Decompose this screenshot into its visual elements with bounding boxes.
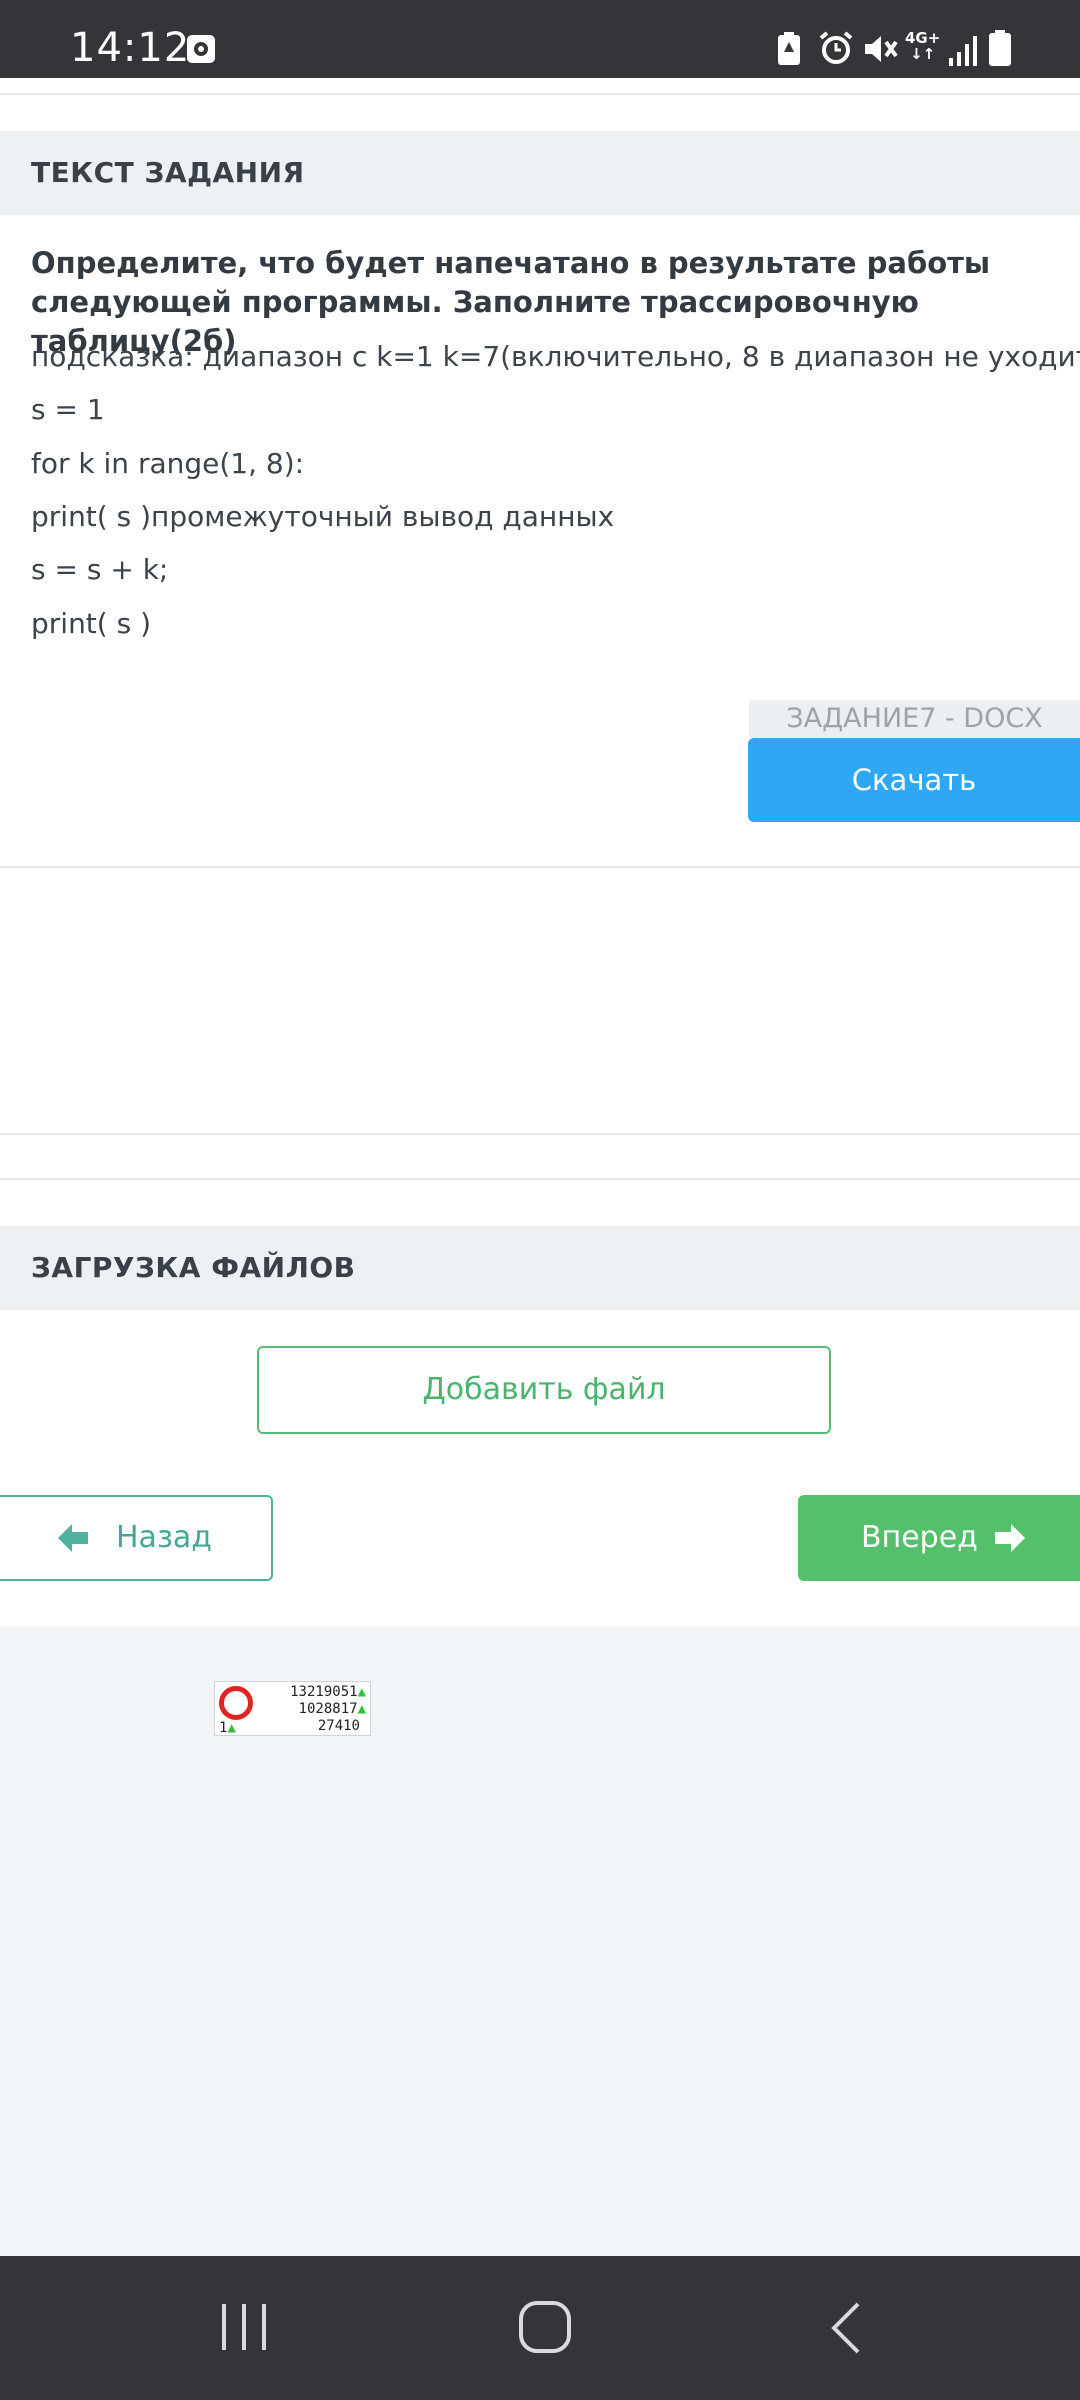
task-hint: подсказка: диапазон с k=1 k=7(включитель… bbox=[31, 340, 1080, 373]
up-arrow-icon: ▲ bbox=[357, 1684, 366, 1700]
back-nav-icon[interactable] bbox=[828, 2300, 864, 2356]
media-icon bbox=[187, 35, 215, 63]
code-line-1: s = 1 bbox=[31, 393, 105, 426]
code-line-5: print( s ) bbox=[31, 607, 152, 640]
network-arrows: ↓↑ bbox=[910, 45, 936, 63]
counter-logo-icon bbox=[219, 1686, 253, 1720]
battery-saver-icon bbox=[778, 32, 800, 65]
task-text-title: ТЕКСТ ЗАДАНИЯ bbox=[31, 156, 305, 189]
divider bbox=[0, 93, 1080, 95]
back-button-label: Назад bbox=[116, 1520, 213, 1555]
next-button[interactable]: Вперед bbox=[798, 1495, 1080, 1581]
counter-value-3: 27410 bbox=[317, 1718, 360, 1734]
download-button[interactable]: Скачать bbox=[748, 738, 1080, 822]
recent-apps-icon[interactable] bbox=[220, 2302, 268, 2352]
up-arrow-icon: ▲ bbox=[357, 1701, 366, 1717]
code-line-3: print( s )промежуточный вывод данных bbox=[31, 500, 615, 533]
divider bbox=[0, 1178, 1080, 1180]
system-navigation-bar bbox=[0, 2256, 1080, 2400]
status-bar: 14:12 4G+ ↓↑ bbox=[0, 0, 1080, 78]
file-upload-header: ЗАГРУЗКА ФАЙЛОВ bbox=[0, 1226, 1080, 1310]
mute-icon bbox=[865, 36, 898, 62]
task-text-header: ТЕКСТ ЗАДАНИЯ bbox=[0, 131, 1080, 215]
home-icon[interactable] bbox=[518, 2300, 572, 2354]
counter-value-2: 1028817 bbox=[298, 1701, 358, 1717]
battery-icon bbox=[989, 30, 1011, 66]
code-line-4: s = s + k; bbox=[31, 553, 169, 586]
visit-counter-widget[interactable]: 13219051▲ 1028817▲ 27410 1▲ bbox=[214, 1681, 371, 1736]
divider bbox=[0, 866, 1080, 868]
next-button-label: Вперед bbox=[861, 1520, 978, 1555]
file-upload-title: ЗАГРУЗКА ФАЙЛОВ bbox=[31, 1251, 356, 1284]
network-type: 4G+ bbox=[905, 29, 941, 47]
signal-icon bbox=[949, 36, 977, 66]
network-4g-icon: 4G+ ↓↑ bbox=[905, 30, 940, 62]
add-file-button[interactable]: Добавить файл bbox=[257, 1346, 831, 1434]
back-button[interactable]: Назад bbox=[0, 1495, 273, 1581]
divider bbox=[0, 1133, 1080, 1135]
attachment-file-name: ЗАДАНИЕ7 - DOCX bbox=[749, 700, 1080, 738]
up-arrow-icon: ▲ bbox=[227, 1720, 236, 1736]
arrow-right-icon bbox=[993, 1495, 1027, 1615]
code-line-2: for k in range(1, 8): bbox=[31, 447, 305, 480]
counter-value-1: 13219051 bbox=[290, 1684, 358, 1700]
alarm-icon bbox=[819, 31, 853, 64]
status-time: 14:12 bbox=[70, 25, 191, 71]
arrow-left-icon bbox=[56, 1497, 90, 1611]
